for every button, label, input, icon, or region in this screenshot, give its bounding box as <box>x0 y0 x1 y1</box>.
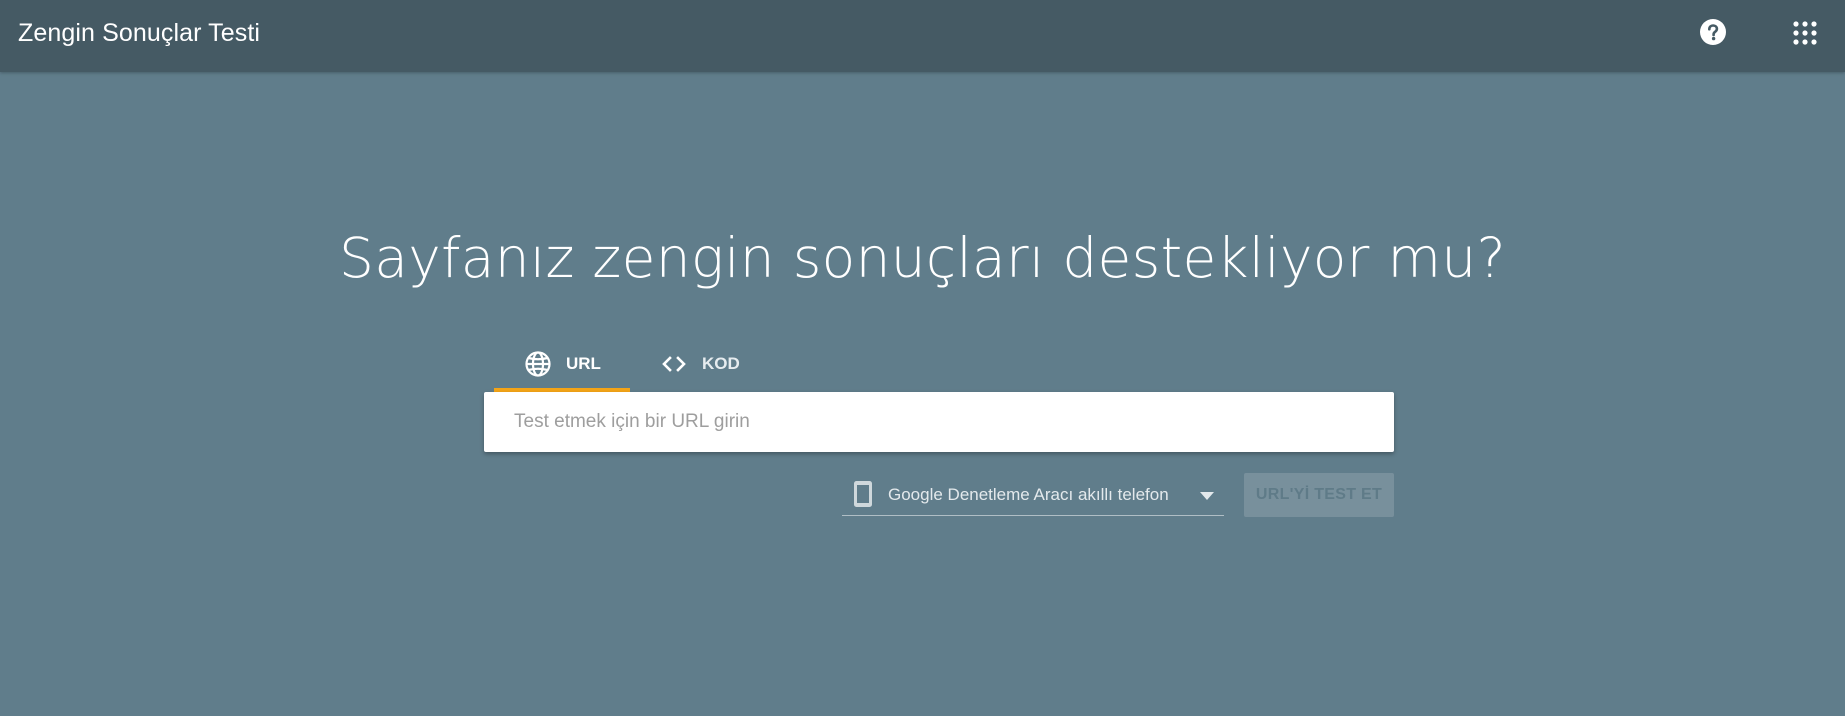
device-select[interactable]: Google Denetleme Aracı akıllı telefon <box>842 474 1224 516</box>
tab-url-label: URL <box>566 354 601 373</box>
tab-code[interactable]: KOD <box>644 340 754 392</box>
url-input[interactable] <box>484 392 1394 452</box>
tab-code-label: KOD <box>702 354 740 373</box>
device-select-value: Google Denetleme Aracı akıllı telefon <box>888 485 1169 504</box>
help-circle-icon <box>1700 19 1726 45</box>
tab-url[interactable]: URL <box>494 340 630 392</box>
chevron-down-icon <box>1200 492 1214 500</box>
apps-button[interactable] <box>1792 20 1818 46</box>
help-button[interactable] <box>1699 18 1727 46</box>
test-url-button[interactable]: URL'Yİ TEST ET <box>1244 473 1394 517</box>
smartphone-icon <box>854 481 872 507</box>
apps-grid-icon <box>1793 21 1817 45</box>
url-input-container <box>484 392 1394 452</box>
app-title: Zengin Sonuçlar Testi <box>18 19 261 47</box>
code-icon <box>662 356 686 372</box>
page-headline: Sayfanız zengin sonuçları destekliyor mu… <box>339 226 1506 290</box>
globe-icon <box>525 351 551 377</box>
top-app-bar: Zengin Sonuçlar Testi <box>0 0 1845 72</box>
